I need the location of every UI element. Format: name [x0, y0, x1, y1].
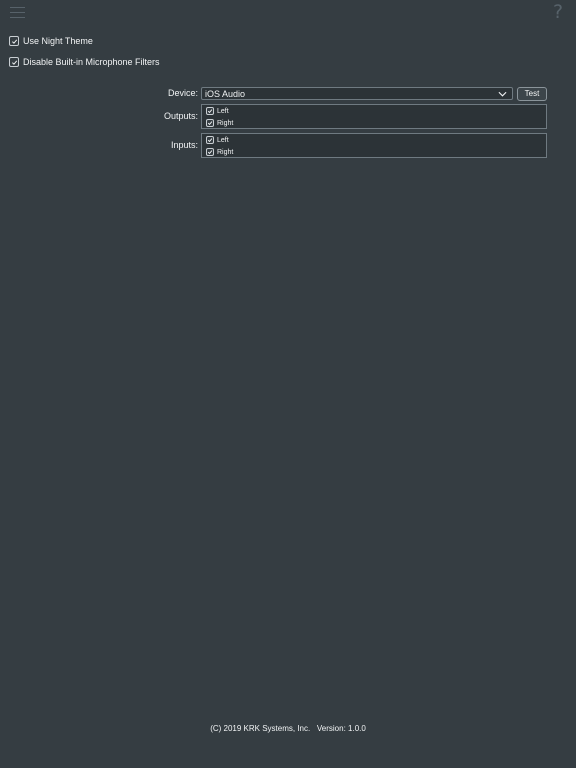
- output-right-checkbox[interactable]: [206, 119, 214, 127]
- inputs-channel-list: Left Right: [201, 133, 547, 158]
- input-left-checkbox[interactable]: [206, 136, 214, 144]
- footer: (C) 2019 KRK Systems, Inc. Version: 1.0.…: [0, 724, 576, 733]
- menu-bar-line: [10, 7, 25, 9]
- check-icon: [11, 60, 17, 65]
- help-question-icon[interactable]: ?: [553, 2, 563, 22]
- night-theme-label: Use Night Theme: [23, 36, 93, 46]
- input-right-label: Right: [217, 148, 234, 156]
- check-icon: [207, 109, 213, 114]
- copyright-text: (C) 2019 KRK Systems, Inc.: [210, 724, 311, 733]
- inputs-label: Inputs:: [170, 140, 198, 150]
- night-theme-checkbox-row[interactable]: Use Night Theme: [9, 36, 93, 46]
- input-left-label: Left: [217, 136, 229, 144]
- test-button[interactable]: Test: [517, 87, 547, 101]
- version-text: Version: 1.0.0: [316, 724, 366, 733]
- output-channel-left[interactable]: Left: [206, 107, 229, 115]
- device-label: Device:: [167, 88, 198, 98]
- menu-bar-line: [10, 16, 25, 18]
- mic-filters-checkbox-row[interactable]: Disable Built-in Microphone Filters: [9, 57, 160, 67]
- input-right-checkbox[interactable]: [206, 148, 214, 156]
- check-icon: [207, 121, 213, 126]
- output-left-label: Left: [217, 107, 229, 115]
- output-channel-right[interactable]: Right: [206, 119, 233, 127]
- chevron-down-icon: [498, 91, 507, 97]
- mic-filters-checkbox[interactable]: [9, 57, 19, 67]
- check-icon: [207, 150, 213, 155]
- night-theme-checkbox[interactable]: [9, 36, 19, 46]
- hamburger-menu-icon[interactable]: [10, 7, 25, 18]
- outputs-label: Outputs:: [163, 111, 198, 121]
- input-channel-right[interactable]: Right: [206, 148, 233, 156]
- menu-bar-line: [10, 11, 25, 14]
- outputs-channel-list: Left Right: [201, 104, 547, 129]
- device-select[interactable]: iOS Audio: [201, 87, 513, 100]
- output-right-label: Right: [217, 119, 234, 127]
- input-channel-left[interactable]: Left: [206, 136, 229, 144]
- output-left-checkbox[interactable]: [206, 107, 214, 115]
- check-icon: [11, 39, 17, 44]
- device-value: iOS Audio: [205, 89, 246, 99]
- check-icon: [207, 138, 213, 143]
- mic-filters-label: Disable Built-in Microphone Filters: [23, 57, 160, 67]
